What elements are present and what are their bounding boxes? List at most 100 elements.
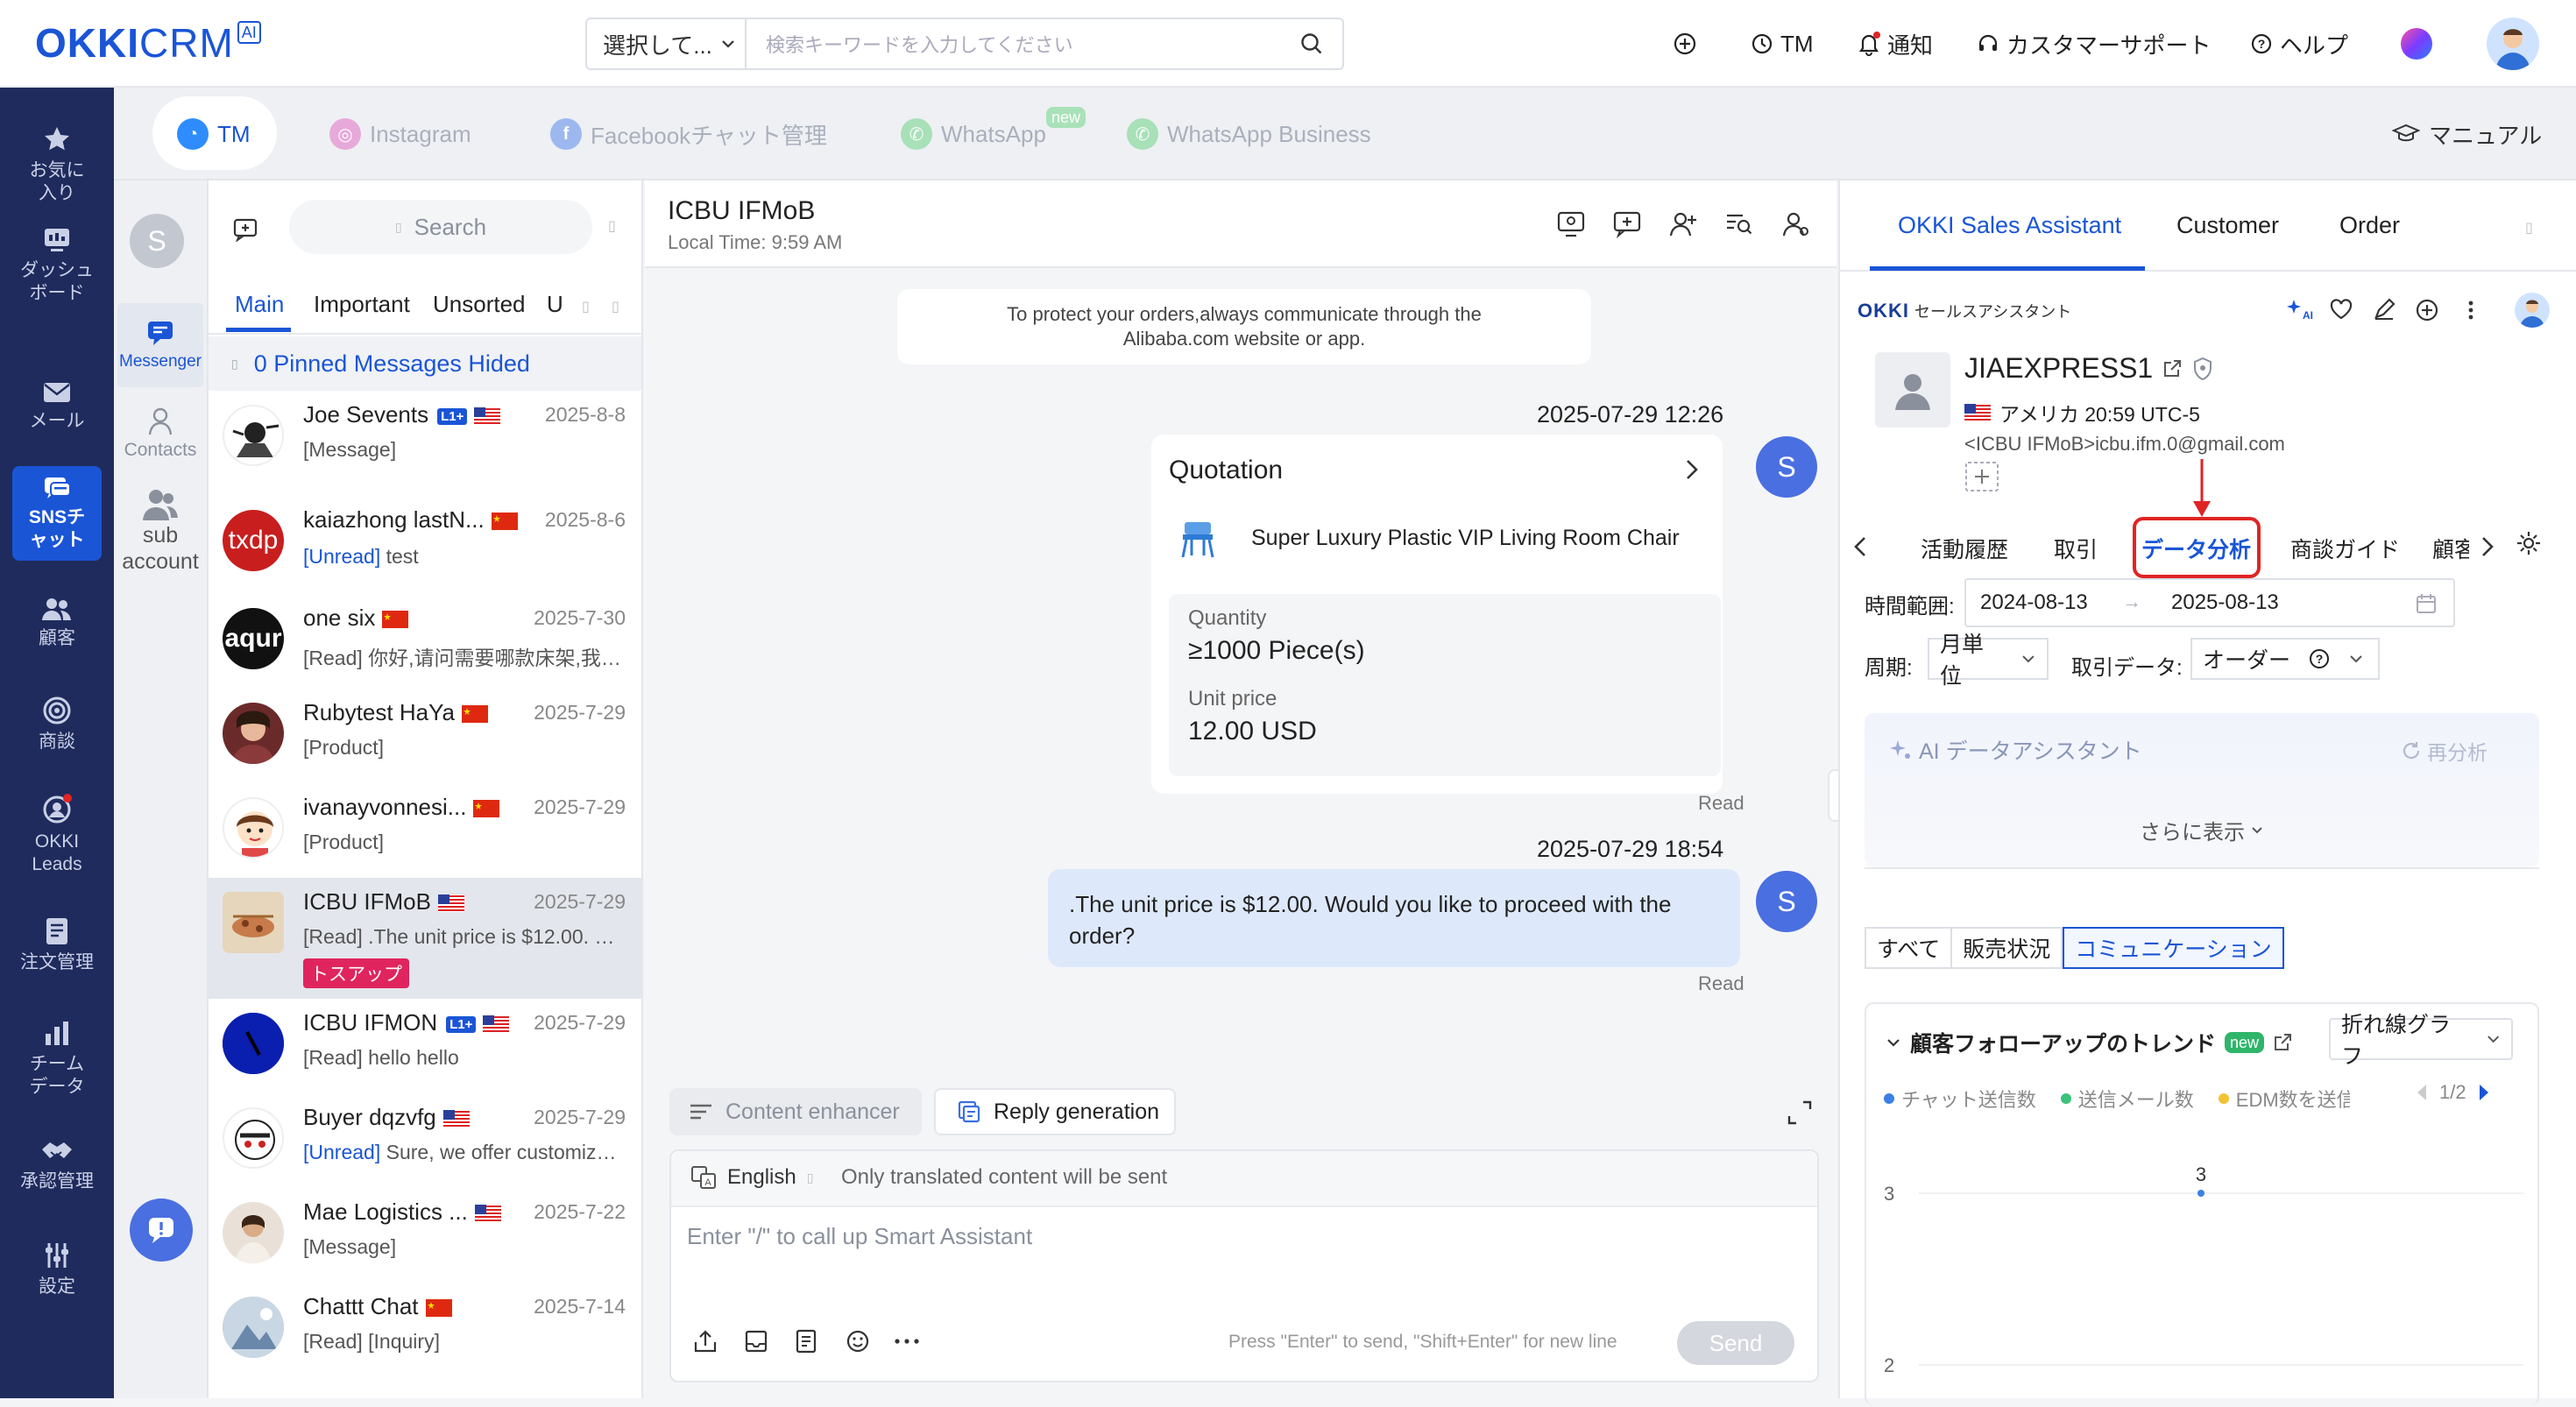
messenger-tab[interactable]: Messenger bbox=[117, 303, 203, 387]
template-icon[interactable] bbox=[794, 1328, 820, 1354]
channel-tab-instagram[interactable]: ◎ Instagram bbox=[329, 110, 471, 158]
chevron-left-icon[interactable] bbox=[1852, 534, 1870, 559]
nav-mail[interactable]: メール bbox=[0, 380, 114, 433]
screen-share-icon[interactable] bbox=[1556, 210, 1586, 238]
tab-activity-history[interactable]: 活動履歴 bbox=[1921, 533, 2008, 564]
nav-team-data[interactable]: チームデータ bbox=[0, 1020, 114, 1099]
segment-communication[interactable]: コミュニケーション bbox=[2063, 927, 2284, 969]
nav-favorites[interactable]: お気に入り bbox=[0, 124, 114, 205]
external-link-icon[interactable] bbox=[2162, 358, 2183, 379]
conversation-item[interactable]: Buyer dqzvfg 2025-7-29 [Unread] Sure, we… bbox=[209, 1093, 641, 1188]
chart-type-select[interactable]: 折れ線グラフ bbox=[2329, 1013, 2513, 1069]
pinned-messages-bar[interactable]: ▯ 0 Pinned Messages Hided bbox=[209, 336, 641, 391]
inbox-icon[interactable] bbox=[743, 1328, 769, 1354]
caret-left-icon[interactable] bbox=[2415, 1083, 2429, 1102]
trade-data-select[interactable]: オーダー ? bbox=[2190, 638, 2380, 680]
conversation-item[interactable]: Joe Sevents L1+ 2025-8-8 [Message] bbox=[209, 391, 641, 485]
period-select[interactable]: 月単位 bbox=[1928, 633, 2049, 689]
chevron-right-icon[interactable] bbox=[1682, 457, 1702, 482]
tab-unsorted[interactable]: Unsorted bbox=[433, 291, 526, 318]
segment-sales[interactable]: 販売状況 bbox=[1950, 927, 2063, 969]
more-vertical-icon[interactable] bbox=[2467, 300, 2474, 321]
manual-link[interactable]: マニュアル bbox=[2392, 110, 2542, 158]
message-input[interactable]: Enter "/" to call up Smart Assistant bbox=[687, 1223, 1032, 1250]
conversation-item[interactable]: ivanayvonnesi... 2025-7-29 [Product] bbox=[209, 783, 641, 878]
outgoing-message[interactable]: .The unit price is $12.00. Would you lik… bbox=[1048, 869, 1740, 967]
account-avatar[interactable]: S bbox=[130, 214, 184, 268]
nav-settings[interactable]: 設定 bbox=[0, 1241, 114, 1298]
shield-icon[interactable] bbox=[2191, 357, 2214, 381]
notify-button[interactable]: 通知 bbox=[1858, 25, 1933, 63]
tab-customer-detail[interactable]: 顧客 bbox=[2432, 533, 2469, 564]
nav-okki-leads[interactable]: OKKI Leads bbox=[0, 794, 114, 876]
chevron-down-icon[interactable] bbox=[1886, 1035, 1901, 1050]
tab-transactions[interactable]: 取引 bbox=[2054, 533, 2098, 564]
add-tag-icon[interactable] bbox=[1964, 461, 1999, 492]
edit-icon[interactable] bbox=[2373, 298, 2396, 321]
channel-tab-whatsapp-business[interactable]: ✆ WhatsApp Business bbox=[1127, 110, 1371, 158]
tab-main[interactable]: Main bbox=[235, 291, 284, 318]
tab-more[interactable]: U bbox=[547, 291, 563, 318]
channel-tab-facebook[interactable]: f Facebookチャット管理 bbox=[550, 110, 827, 158]
conversation-item[interactable]: Chattt Chat 2025-7-14 [Read] [Inquiry] bbox=[209, 1283, 641, 1377]
nav-approval[interactable]: 承認管理 bbox=[0, 1139, 114, 1193]
search-icon[interactable] bbox=[1281, 19, 1342, 68]
conversation-item-selected[interactable]: ICBU IFMoB 2025-7-29 [Read] .The unit pr… bbox=[209, 878, 641, 999]
tab-data-analysis[interactable]: データ分析 bbox=[2141, 533, 2251, 564]
conversation-item[interactable]: ICBU IFMON L1+ 2025-7-29 [Read] hello hel… bbox=[209, 999, 641, 1093]
tab-sales-assistant[interactable]: OKKI Sales Assistant bbox=[1898, 212, 2121, 239]
segment-all[interactable]: すべて bbox=[1865, 927, 1951, 969]
sub-account-tab[interactable]: sub account bbox=[117, 487, 203, 575]
legend-item[interactable]: 送信メール数 bbox=[2060, 1085, 2194, 1113]
tm-button[interactable]: TM bbox=[1751, 25, 1814, 63]
tab-deal-guide[interactable]: 商談ガイド bbox=[2290, 533, 2400, 564]
date-range-picker[interactable]: 2024-08-13 → 2025-08-13 bbox=[1964, 578, 2455, 627]
show-more-button[interactable]: さらに表示 bbox=[1865, 815, 2539, 845]
tab-action-icon[interactable]: ▯ bbox=[612, 298, 619, 315]
ai-sparkle-icon[interactable]: AI bbox=[2285, 296, 2313, 322]
conversation-item[interactable]: txdp kaiazhong lastN... 2025-8-6 [Unread… bbox=[209, 485, 641, 594]
conversation-search-input[interactable]: ▯ Search bbox=[289, 200, 592, 254]
legend-item[interactable]: チャット送信数 bbox=[1884, 1085, 2036, 1113]
language-select[interactable]: A English ▯ bbox=[690, 1165, 813, 1190]
channel-tab-tm[interactable]: ◔ TM bbox=[177, 110, 251, 158]
tab-important[interactable]: Important bbox=[314, 291, 410, 318]
filter-icon[interactable]: ▯ bbox=[608, 217, 616, 235]
legend-item[interactable]: EDM数を送信す bbox=[2218, 1085, 2350, 1113]
reanalyze-button[interactable]: 再分析 bbox=[2401, 736, 2488, 766]
app-logo[interactable]: OKKI CRM AI bbox=[35, 20, 261, 67]
reply-generation-button[interactable]: Reply generation bbox=[934, 1088, 1176, 1135]
content-enhancer-button[interactable]: Content enhancer bbox=[669, 1088, 922, 1135]
caret-right-icon[interactable] bbox=[2477, 1083, 2491, 1102]
quotation-card[interactable]: Quotation Super Luxury Plastic VIP Livin… bbox=[1151, 435, 1723, 794]
tab-action-icon[interactable]: ▯ bbox=[582, 298, 590, 315]
feedback-button[interactable] bbox=[130, 1198, 193, 1262]
search-message-icon[interactable] bbox=[1724, 210, 1754, 238]
conversation-item[interactable]: aqur one six 2025-7-30 [Read] 你好,请问需要哪款床… bbox=[209, 594, 641, 689]
customer-profile-icon[interactable] bbox=[1780, 210, 1810, 238]
nav-dashboard[interactable]: ダッシュボード bbox=[0, 226, 114, 305]
conversation-item[interactable]: Rubytest HaYa 2025-7-29 [Product] bbox=[209, 689, 641, 783]
more-icon[interactable] bbox=[894, 1337, 920, 1346]
emoji-icon[interactable] bbox=[845, 1328, 871, 1354]
contacts-tab[interactable]: Contacts bbox=[117, 407, 203, 461]
add-contact-icon[interactable] bbox=[1668, 210, 1698, 238]
search-input[interactable]: 検索キーワードを入力してください bbox=[747, 19, 1281, 68]
chevron-right-icon[interactable] bbox=[2478, 534, 2495, 559]
send-button[interactable]: Send bbox=[1677, 1321, 1794, 1365]
ai-assistant-icon[interactable] bbox=[2401, 28, 2432, 60]
support-button[interactable]: カスタマーサポート bbox=[1977, 25, 2211, 63]
add-icon[interactable] bbox=[1672, 25, 1698, 63]
expand-icon[interactable] bbox=[1786, 1099, 1814, 1127]
user-avatar[interactable] bbox=[2487, 18, 2539, 70]
panel-collapse-icon[interactable]: ▯ bbox=[2525, 219, 2533, 237]
search-scope-select[interactable]: 選択して... bbox=[587, 19, 747, 68]
nav-deals[interactable]: 商談 bbox=[0, 696, 114, 753]
help-button[interactable]: ? ヘルプ bbox=[2250, 25, 2348, 63]
nav-customers[interactable]: 顧客 bbox=[0, 596, 114, 650]
add-message-icon[interactable] bbox=[1612, 210, 1642, 238]
nav-orders[interactable]: 注文管理 bbox=[0, 916, 114, 974]
new-chat-icon[interactable] bbox=[233, 217, 258, 242]
channel-tab-whatsapp[interactable]: ✆ WhatsApp bbox=[901, 110, 1046, 158]
nav-sns-chat[interactable]: SNSチャット bbox=[12, 466, 102, 561]
